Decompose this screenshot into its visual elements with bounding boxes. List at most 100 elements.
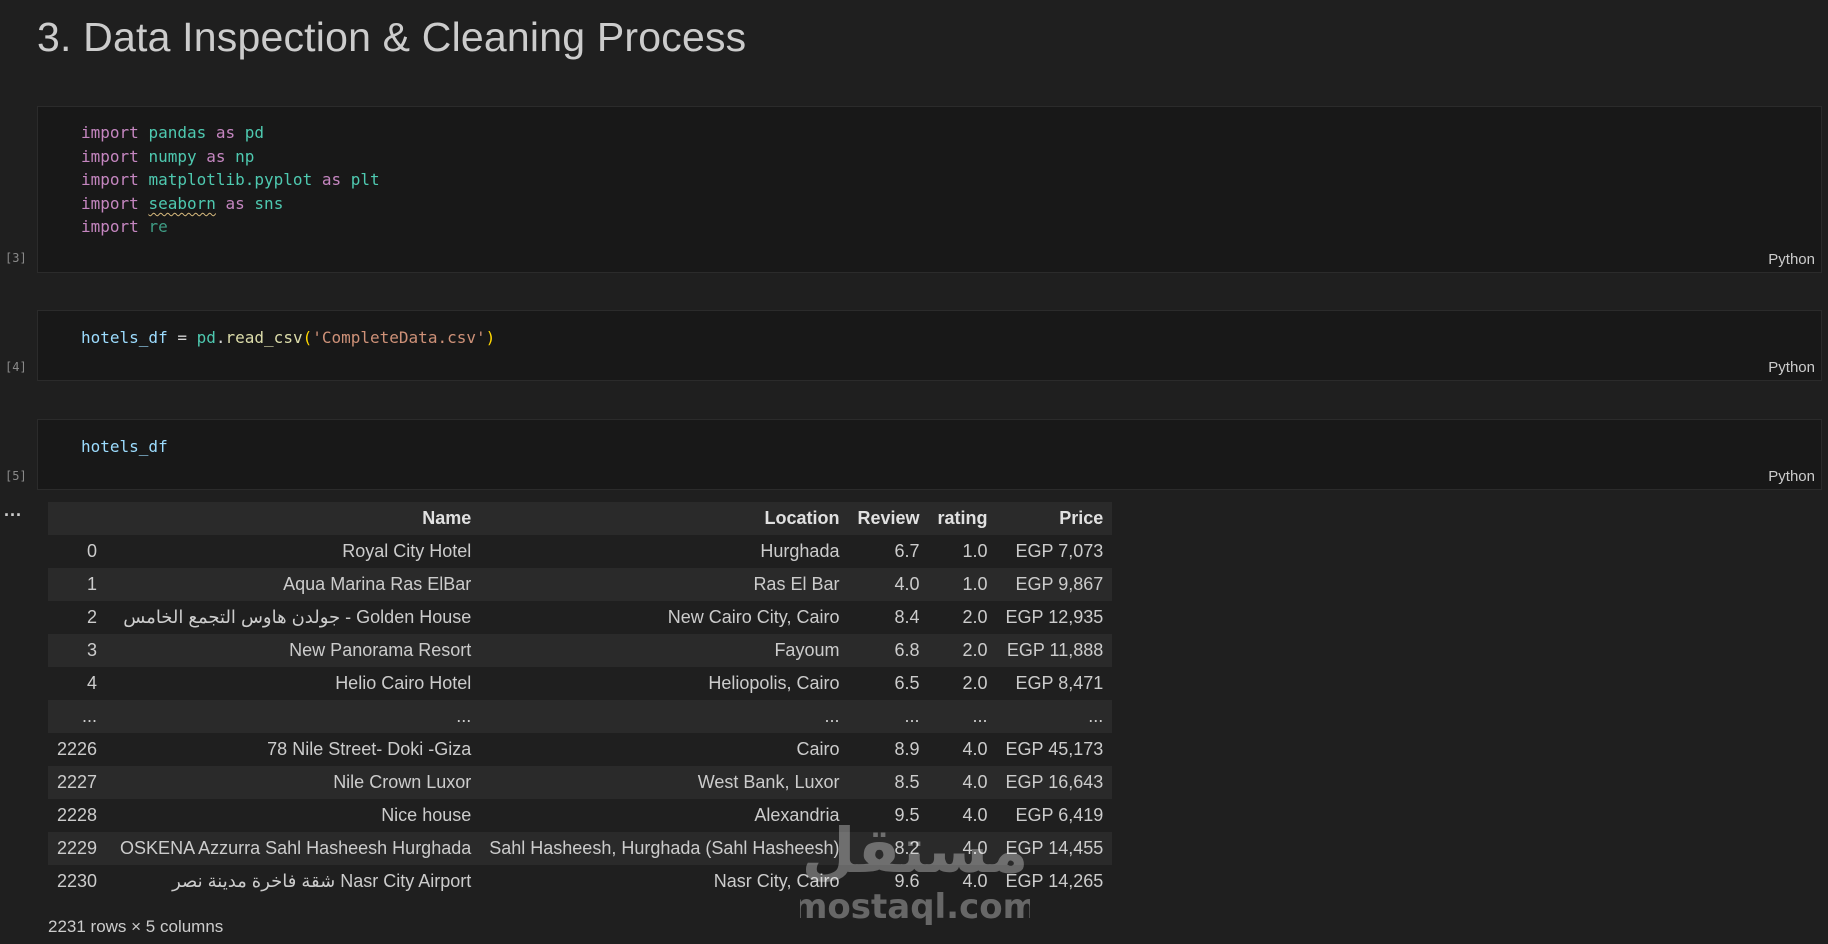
markdown-heading: 3. Data Inspection & Cleaning Process: [37, 14, 747, 60]
table-cell: EGP 14,265: [996, 865, 1113, 898]
table-cell: EGP 16,643: [996, 766, 1113, 799]
code-editor[interactable]: hotels_df: [81, 435, 168, 459]
table-row: 3 New Panorama Resort Fayoum 6.8 2.0 EGP 11,8…: [48, 634, 1113, 667]
code-editor[interactable]: import pandas as pd import numpy as np i…: [81, 121, 380, 239]
code-cell-read-csv[interactable]: hotels_df = pd.read_csv('CompleteData.cs…: [37, 310, 1822, 381]
table-cell: 1.0: [928, 568, 997, 601]
column-header: Price: [996, 502, 1113, 535]
table-cell: EGP 9,867: [996, 568, 1113, 601]
table-row: 4 Helio Cairo Hotel Heliopolis, Cairo 6.5 2.…: [48, 667, 1113, 700]
table-row: 2230 شقة فاخرة مدينة نصر Nasr City Airpor…: [48, 865, 1113, 898]
code-cell-imports[interactable]: import pandas as pd import numpy as np i…: [37, 106, 1822, 273]
table-cell: EGP 11,888: [996, 634, 1113, 667]
table-row: 1 Aqua Marina Ras ElBar Ras El Bar 4.0 1.0 EG…: [48, 568, 1113, 601]
table-row: 2229 OSKENA Azzurra Sahl Hasheesh Hurghad…: [48, 832, 1113, 865]
notebook-page: 3. Data Inspection & Cleaning Process im…: [0, 0, 1828, 944]
table-cell: 2.0: [928, 601, 997, 634]
column-header: [48, 502, 112, 535]
table-cell: 8.4: [848, 601, 929, 634]
table-cell: Alexandria: [480, 799, 849, 832]
table-cell: ...: [111, 700, 481, 733]
row-index-cell: 2226: [48, 733, 112, 766]
table-cell: 4.0: [928, 865, 997, 898]
execution-count: [4]: [5, 360, 27, 374]
row-index-cell: 0: [48, 535, 112, 568]
table-cell: Royal City Hotel: [111, 535, 481, 568]
table-cell: Nasr City, Cairo: [480, 865, 849, 898]
table-cell: Cairo: [480, 733, 849, 766]
table-cell: ...: [996, 700, 1113, 733]
table-cell: 4.0: [928, 766, 997, 799]
table-cell: Sahl Hasheesh, Hurghada (Sahl Hasheesh): [480, 832, 849, 865]
table-cell: New Cairo City, Cairo: [480, 601, 849, 634]
column-header: Review: [848, 502, 929, 535]
table-cell: 4.0: [928, 832, 997, 865]
cell-language-label[interactable]: Python: [1768, 468, 1815, 485]
table-row: 2226 78 Nile Street- Doki -Giza Cairo 8.9 4.…: [48, 733, 1113, 766]
table-cell: 9.6: [848, 865, 929, 898]
row-index-cell: 3: [48, 634, 112, 667]
code-line: import re: [81, 217, 168, 237]
row-index-cell: 4: [48, 667, 112, 700]
table-cell: 2.0: [928, 634, 997, 667]
output-more-actions-button[interactable]: ...: [4, 500, 22, 521]
table-cell: 8.9: [848, 733, 929, 766]
row-index-cell: 2230: [48, 865, 112, 898]
table-cell: 4.0: [848, 568, 929, 601]
row-index-cell: ...: [48, 700, 112, 733]
row-index-cell: 1: [48, 568, 112, 601]
dataframe-shape: 2231 rows × 5 columns: [48, 917, 224, 936]
table-cell: 8.5: [848, 766, 929, 799]
table-cell: EGP 6,419: [996, 799, 1113, 832]
table-cell: 4.0: [928, 733, 997, 766]
table-cell: New Panorama Resort: [111, 634, 481, 667]
table-cell: Nice house: [111, 799, 481, 832]
table-cell: ...: [480, 700, 849, 733]
execution-count: [5]: [5, 469, 27, 483]
row-index-cell: 2229: [48, 832, 112, 865]
table-cell: 9.5: [848, 799, 929, 832]
code-editor[interactable]: hotels_df = pd.read_csv('CompleteData.cs…: [81, 326, 495, 350]
column-header: Location: [480, 502, 849, 535]
table-row: 0 Royal City Hotel Hurghada 6.7 1.0 EGP 7,073: [48, 535, 1113, 568]
table-row: ..................: [48, 700, 1113, 733]
row-index-cell: 2228: [48, 799, 112, 832]
code-line: import seaborn as sns: [81, 193, 284, 213]
code-line: import matplotlib.pyplot as plt: [81, 170, 380, 190]
table-cell: شقة فاخرة مدينة نصر Nasr City Airport: [111, 865, 481, 898]
cell-language-label[interactable]: Python: [1768, 251, 1815, 268]
column-header: Name: [111, 502, 481, 535]
table-cell: 2.0: [928, 667, 997, 700]
table-cell: 6.8: [848, 634, 929, 667]
execution-count: [3]: [5, 251, 27, 265]
table-cell: EGP 12,935: [996, 601, 1113, 634]
table-cell: 1.0: [928, 535, 997, 568]
table-cell: EGP 45,173: [996, 733, 1113, 766]
column-header: rating: [928, 502, 997, 535]
table-row: 2 جولدن هاوس التجمع الخامس - Golden House…: [48, 601, 1113, 634]
table-cell: West Bank, Luxor: [480, 766, 849, 799]
table-row: 2228 Nice house Alexandria 9.5 4.0 EGP 6,419: [48, 799, 1113, 832]
table-cell: Helio Cairo Hotel: [111, 667, 481, 700]
table-cell: 6.5: [848, 667, 929, 700]
table-cell: EGP 7,073: [996, 535, 1113, 568]
warning-squiggle: seaborn: [148, 193, 216, 213]
code-cell-display-df[interactable]: hotels_df Python: [37, 419, 1822, 490]
table-cell: Heliopolis, Cairo: [480, 667, 849, 700]
table-cell: Nile Crown Luxor: [111, 766, 481, 799]
row-index-cell: 2: [48, 601, 112, 634]
table-cell: 4.0: [928, 799, 997, 832]
table-header-row: Name Location Review rating Price: [48, 502, 1113, 535]
table-cell: 6.7: [848, 535, 929, 568]
row-index-cell: 2227: [48, 766, 112, 799]
table-cell: EGP 8,471: [996, 667, 1113, 700]
table-cell: 8.2: [848, 832, 929, 865]
table-cell: EGP 14,455: [996, 832, 1113, 865]
cell-language-label[interactable]: Python: [1768, 359, 1815, 376]
code-line: import numpy as np: [81, 146, 255, 166]
table-cell: OSKENA Azzurra Sahl Hasheesh Hurghada: [111, 832, 481, 865]
table-cell: Ras El Bar: [480, 568, 849, 601]
table-cell: Fayoum: [480, 634, 849, 667]
code-line: import pandas as pd: [81, 123, 265, 142]
table-cell: Aqua Marina Ras ElBar: [111, 568, 481, 601]
